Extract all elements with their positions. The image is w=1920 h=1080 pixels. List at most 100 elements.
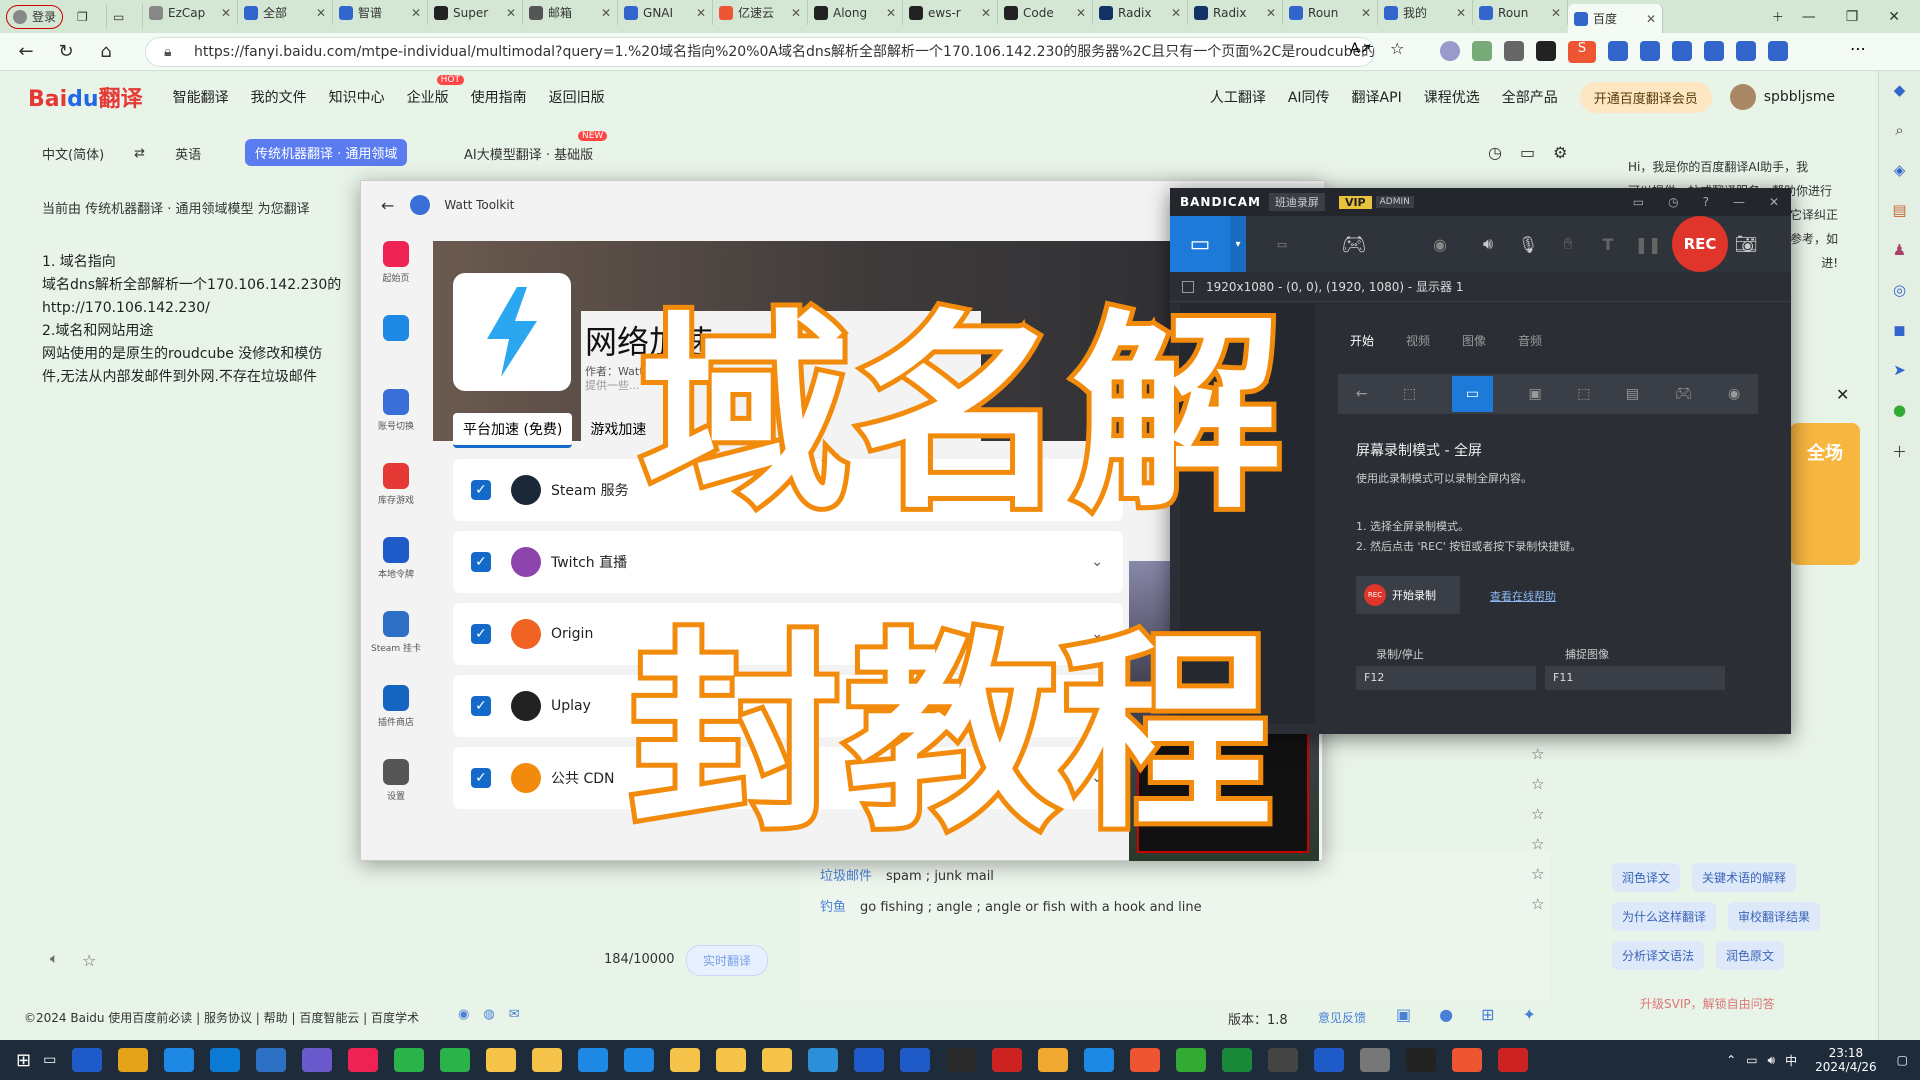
hdmi-mode-icon[interactable]: ▭ — [1246, 238, 1318, 251]
feedback-link[interactable]: 意见反馈 — [1318, 1009, 1366, 1026]
nav-ai-interpret[interactable]: AI同传 — [1288, 87, 1330, 107]
tag-icon[interactable]: ◈ — [1894, 161, 1906, 179]
taskbar-app-icon[interactable] — [1084, 1048, 1115, 1072]
apple-icon[interactable]: ● — [1439, 1005, 1453, 1024]
taskbar-app-icon[interactable] — [1268, 1048, 1299, 1072]
store-icon[interactable]: ✦ — [1523, 1005, 1536, 1024]
tab-close-icon[interactable]: ✕ — [1266, 6, 1276, 20]
wechat-icon[interactable]: ◍ — [483, 1007, 494, 1022]
browser-tab[interactable]: Radix ✕ — [1188, 0, 1284, 25]
promo-banner[interactable]: 全场 — [1790, 423, 1860, 565]
taskbar-app-icon[interactable] — [1452, 1048, 1483, 1072]
browser-tab[interactable]: Radix ✕ — [1093, 0, 1189, 25]
browser-tab[interactable]: 我的 ✕ — [1378, 0, 1474, 25]
browser-tab[interactable]: GNAI ✕ — [618, 0, 714, 25]
service-checkbox[interactable]: ✓ — [471, 480, 491, 500]
suggestion-chip[interactable]: 润色译文 — [1612, 863, 1681, 892]
dict-term[interactable]: 垃圾邮件 — [820, 869, 872, 884]
close-window-icon[interactable]: ✕ — [1888, 9, 1900, 25]
avatar[interactable] — [1729, 84, 1756, 110]
taskbar-app-icon[interactable] — [302, 1048, 333, 1072]
tray-arrow-icon[interactable]: ⌃ — [1726, 1053, 1736, 1067]
taskbar-app-icon[interactable] — [210, 1048, 241, 1072]
watt-sidebar-item[interactable]: Steam 挂卡 — [361, 611, 431, 654]
text-icon[interactable]: T — [1588, 235, 1628, 254]
service-checkbox[interactable]: ✓ — [471, 552, 491, 572]
home-icon[interactable]: ⌂ — [90, 41, 122, 62]
browser-tab[interactable]: Super ✕ — [428, 0, 524, 25]
mic-icon[interactable]: 🎙︎ — [1508, 235, 1548, 254]
dict-star-icon[interactable]: ☆ — [1531, 769, 1544, 799]
taskbar-app-icon[interactable] — [72, 1048, 103, 1072]
nav-my-files[interactable]: 我的文件 — [251, 87, 307, 107]
new-tab-button[interactable]: ＋ — [1766, 4, 1802, 29]
ime-indicator[interactable]: 中 — [1785, 1052, 1797, 1069]
start-icon[interactable]: ⊞ — [16, 1050, 31, 1071]
task-view-icon[interactable]: ▭ — [43, 1052, 56, 1068]
screen-mode-icon[interactable]: ▭ — [1170, 216, 1230, 272]
taskbar-app-icon[interactable] — [486, 1048, 517, 1072]
nav-guide[interactable]: 使用指南 — [471, 87, 527, 107]
baidu-logo[interactable]: Baidu翻译 — [28, 81, 143, 113]
dict-star-icon[interactable]: ☆ — [1531, 739, 1544, 769]
watt-sidebar-item[interactable]: 设置 — [361, 759, 431, 802]
minimize-icon[interactable]: — — [1802, 9, 1816, 25]
dict-star-icon[interactable]: ☆ — [1531, 889, 1544, 919]
close-panel-icon[interactable]: ✕ — [1836, 385, 1849, 404]
taskbar-app-icon[interactable] — [394, 1048, 425, 1072]
nav-api[interactable]: 翻译API — [1352, 87, 1402, 107]
checkbox-icon[interactable] — [1182, 280, 1194, 293]
service-checkbox[interactable]: ✓ — [471, 768, 491, 788]
bandicam-folder-icon[interactable]: ▭ — [1633, 195, 1644, 209]
send-icon[interactable]: ➤ — [1893, 361, 1906, 379]
taskbar-app-icon[interactable] — [578, 1048, 609, 1072]
copilot-icon[interactable]: ◆ — [1894, 81, 1906, 99]
taskbar-app-icon[interactable] — [1130, 1048, 1161, 1072]
star-icon[interactable]: ☆ — [82, 951, 96, 970]
browser-tab[interactable]: 亿速云 ✕ — [713, 0, 809, 25]
tab-close-icon[interactable]: ✕ — [221, 6, 231, 20]
source-language-select[interactable]: 中文(简体) — [42, 144, 104, 163]
tab-actions-icon[interactable]: ▭ — [107, 4, 144, 29]
search-icon[interactable]: ⌕ — [1895, 121, 1903, 139]
taskbar-app-icon[interactable] — [1406, 1048, 1437, 1072]
weibo-icon[interactable]: ◉ — [458, 1007, 469, 1022]
tab-close-icon[interactable]: ✕ — [1456, 6, 1466, 20]
realtime-translate-button[interactable]: 实时翻译 — [686, 945, 769, 976]
nav-human-translate[interactable]: 人工翻译 — [1210, 87, 1266, 107]
tray-network-icon[interactable]: ▭ — [1746, 1053, 1757, 1067]
dict-star-icon[interactable]: ☆ — [1531, 829, 1544, 859]
speaker-volume-icon[interactable]: 🔊︎ — [1468, 234, 1508, 254]
taskbar-app-icon[interactable] — [670, 1048, 701, 1072]
suggestion-chip[interactable]: 审校翻译结果 — [1728, 902, 1821, 931]
watt-sidebar-item[interactable]: 插件商店 — [361, 685, 431, 728]
taskbar-app-icon[interactable] — [1038, 1048, 1069, 1072]
swap-icon[interactable]: ⇄ — [134, 146, 145, 161]
bandicam-tab[interactable]: 视频 — [1406, 332, 1430, 349]
url-input[interactable]: 🔒︎ https://fanyi.baidu.com/mtpe-individu… — [145, 37, 1375, 67]
taskbar-app-icon[interactable] — [992, 1048, 1023, 1072]
taskbar-app-icon[interactable] — [1222, 1048, 1253, 1072]
taskbar-app-icon[interactable] — [1498, 1048, 1529, 1072]
tab-close-icon[interactable]: ✕ — [601, 6, 611, 20]
clock[interactable]: 23:18 2024/4/26 — [1815, 1046, 1877, 1074]
service-checkbox[interactable]: ✓ — [471, 696, 491, 716]
tab-close-icon[interactable]: ✕ — [506, 6, 516, 20]
maximize-icon[interactable]: ❐ — [1846, 9, 1859, 25]
favorite-icon[interactable]: ☆ — [1390, 39, 1404, 58]
taskbar-app-icon[interactable] — [164, 1048, 195, 1072]
mail-icon[interactable]: ✉ — [509, 1007, 520, 1022]
taskbar-app-icon[interactable] — [348, 1048, 379, 1072]
browser-tab[interactable]: Code ✕ — [998, 0, 1094, 25]
nav-old-version[interactable]: 返回旧版 — [549, 87, 605, 107]
browser-tab[interactable]: Along ✕ — [808, 0, 904, 25]
tab-close-icon[interactable]: ✕ — [1361, 6, 1371, 20]
profile-button[interactable]: 登录 — [6, 4, 64, 29]
browser-tab[interactable]: 百度 ✕ — [1568, 4, 1664, 33]
browser-tab[interactable]: Roun ✕ — [1473, 0, 1569, 25]
workspaces-icon[interactable]: ❐ — [71, 4, 108, 29]
fullscreen-mode-icon[interactable]: ▭ — [1451, 376, 1493, 412]
taskbar-app-icon[interactable] — [1360, 1048, 1391, 1072]
start-record-button[interactable]: REC 开始录制 — [1356, 576, 1460, 614]
more-icon[interactable]: ⋯ — [1850, 39, 1866, 58]
